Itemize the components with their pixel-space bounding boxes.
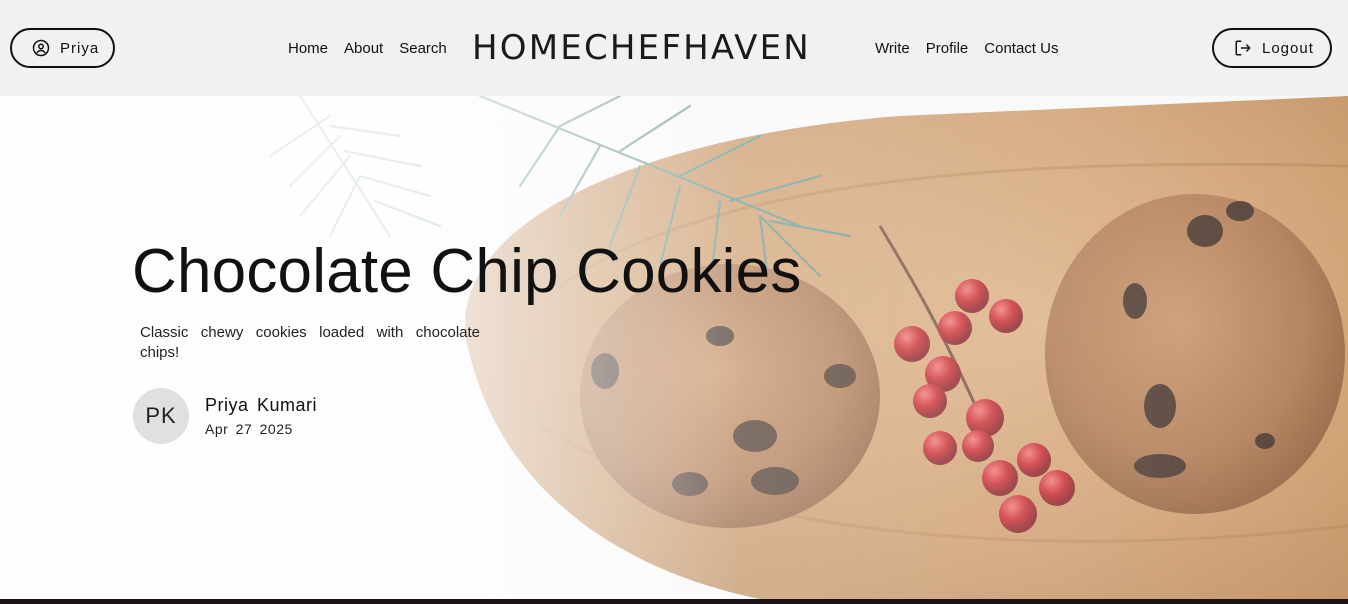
nav-left: Home About Search xyxy=(288,0,447,96)
author-meta: Priya Kumari Apr 27 2025 xyxy=(205,395,317,437)
author-name[interactable]: Priya Kumari xyxy=(205,395,317,416)
post-title: Chocolate Chip Cookies xyxy=(132,237,802,306)
user-name-label: Priya xyxy=(60,39,100,57)
nav-home-link[interactable]: Home xyxy=(288,40,328,57)
logout-icon xyxy=(1235,40,1251,56)
nav-profile-link[interactable]: Profile xyxy=(926,40,969,57)
author-block: PK Priya Kumari Apr 27 2025 xyxy=(133,388,317,444)
logout-button[interactable]: Logout xyxy=(1212,28,1332,68)
post-date: Apr 27 2025 xyxy=(205,421,293,437)
site-logo[interactable]: HOMECHEFHAVEN xyxy=(472,0,811,96)
user-profile-button[interactable]: Priya xyxy=(10,28,115,68)
user-circle-icon xyxy=(32,39,50,57)
nav-about-link[interactable]: About xyxy=(344,40,383,57)
post-hero: Chocolate Chip Cookies Classic chewy coo… xyxy=(0,96,1348,599)
logout-label: Logout xyxy=(1262,39,1314,57)
avatar[interactable]: PK xyxy=(133,388,189,444)
nav-right: Write Profile Contact Us xyxy=(875,0,1058,96)
site-header: Priya Home About Search HOMECHEFHAVEN Wr… xyxy=(0,0,1348,96)
nav-write-link[interactable]: Write xyxy=(875,40,910,57)
nav-search-link[interactable]: Search xyxy=(399,40,447,57)
nav-contact-link[interactable]: Contact Us xyxy=(984,40,1058,57)
next-section-edge xyxy=(0,599,1348,604)
post-description: Classic chewy cookies loaded with chocol… xyxy=(140,324,480,361)
